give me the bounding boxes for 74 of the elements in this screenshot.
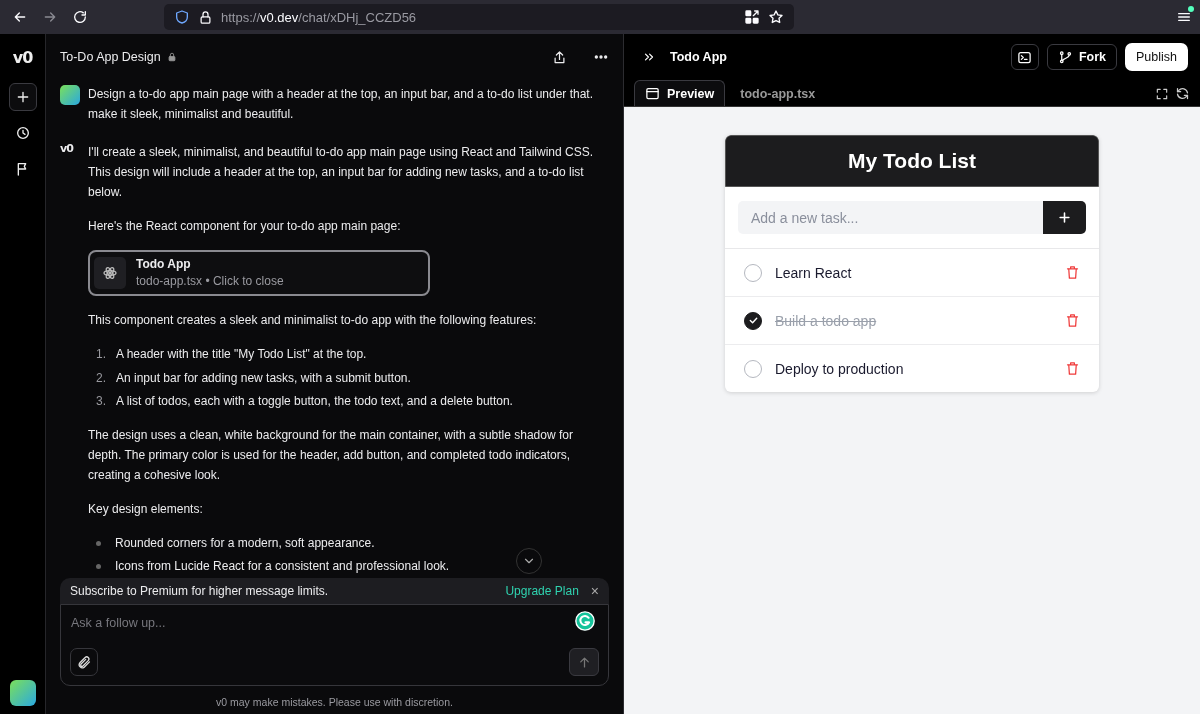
star-icon[interactable] — [768, 9, 784, 25]
window-icon — [645, 86, 660, 101]
list-item: Icons from Lucide React for a consistent and professional look. — [115, 558, 450, 575]
double-chevron-icon[interactable] — [642, 50, 656, 64]
bullet-icon — [96, 563, 101, 569]
extensions-grid-icon[interactable] — [744, 9, 760, 25]
reply-paragraph: This component creates a sleek and minimalist to-do app with the following features: — [88, 312, 538, 329]
check-icon — [747, 315, 759, 326]
message-input[interactable]: Ask a follow up... — [61, 613, 541, 633]
reply-paragraph: Here's the React component for your to-do app main page: — [88, 218, 402, 235]
disclaimer: v0 may make mistakes. Please use with discretion. — [215, 695, 454, 710]
shield-icon — [174, 9, 190, 25]
refresh-icon[interactable] — [1175, 86, 1190, 101]
bullet-icon — [96, 540, 101, 546]
trash-icon — [1065, 313, 1080, 328]
list-item: Rounded corners for a modern, soft appearance. — [115, 535, 375, 552]
banner-text: Subscribe to Premium for higher message limits. — [70, 583, 330, 600]
reply-paragraph: I'll create a sleek, minimalist, and beautiful to-do app main page using React and Tailwind CSS. This design will include a header at the top, an input bar for adding new tasks, and a to-do list below. — [88, 144, 594, 201]
forward-icon[interactable] — [42, 9, 58, 25]
plus-icon — [1057, 210, 1072, 225]
tab[interactable]: todo-app.tsx — [729, 80, 827, 106]
trash-icon — [1065, 265, 1080, 280]
history-icon[interactable] — [14, 125, 31, 141]
send-button[interactable] — [569, 648, 599, 676]
terminal-button[interactable] — [1010, 44, 1039, 70]
list-item: An input bar for adding new tasks, with a submit button. — [116, 369, 411, 387]
upgrade-link[interactable]: Upgrade Plan — [505, 581, 579, 601]
todo-text: Learn React — [775, 264, 853, 281]
list-number: 1. — [96, 346, 107, 363]
close-button[interactable]: × — [590, 581, 599, 601]
avatar-icon — [60, 85, 80, 105]
add-button[interactable] — [1043, 201, 1086, 234]
delete-button[interactable] — [1065, 265, 1080, 280]
back-icon[interactable] — [12, 9, 28, 25]
fullscreen-icon[interactable] — [1155, 86, 1169, 101]
list-number: 2. — [96, 369, 107, 387]
delete-button[interactable] — [1065, 361, 1080, 376]
reply-paragraph: The design uses a clean, white background for the main container, with a subtle shadow for depth. The primary color is used for the header, add button, and completed todo indicators, creating a cohesive look. — [88, 427, 574, 484]
code-file-card[interactable]: Todo App todo-app.tsx • Click to close — [88, 250, 430, 296]
card-subtitle: todo-app.tsx • Click to close — [136, 273, 284, 290]
fork-button[interactable]: Fork — [1046, 44, 1117, 70]
avatar-icon[interactable] — [9, 680, 36, 706]
chat-title: To-Do App Design — [60, 49, 161, 66]
todo-checkbox[interactable] — [744, 311, 762, 330]
app-header: My Todo List — [725, 135, 1099, 187]
reply-paragraph: Key design elements: — [88, 501, 204, 518]
logo[interactable]: v0 — [12, 48, 33, 68]
publish-button[interactable]: Publish — [1125, 43, 1188, 71]
todo-text: Build a todo app — [775, 312, 878, 329]
paperclip-icon — [76, 654, 92, 670]
branch-icon — [1057, 49, 1073, 65]
task-input[interactable]: Add a new task... — [738, 201, 1043, 234]
scroll-down-button[interactable] — [516, 548, 542, 574]
todo-text: Deploy to production — [775, 360, 905, 377]
assistant-logo: v0 — [60, 142, 75, 155]
url-text: https://v0.dev/chat/xDHj_CCZD56 — [221, 9, 418, 25]
attach-button[interactable] — [70, 648, 98, 676]
circle-arc-icon — [574, 610, 596, 632]
list-number: 3. — [96, 393, 107, 410]
new-chat-button[interactable] — [8, 83, 37, 111]
user-message: Design a to-do app main page with a header at the top, an input bar, and a to-do list under that. make it sleek, minimalist and beautiful. — [88, 86, 594, 123]
atom-icon — [102, 265, 118, 281]
tab[interactable]: Preview — [634, 80, 726, 106]
list-item: A header with the title "My Todo List" at the top. — [116, 346, 367, 363]
trash-icon — [1065, 361, 1080, 376]
lock-icon — [198, 9, 213, 25]
terminal-icon — [1017, 49, 1033, 65]
delete-button[interactable] — [1065, 313, 1080, 328]
share-icon[interactable] — [552, 49, 567, 65]
card-title: Todo App — [136, 256, 192, 272]
address-bar[interactable]: https://v0.dev/chat/xDHj_CCZD56 — [164, 4, 794, 30]
list-item: A list of todos, each with a toggle button, the todo text, and a delete button. — [116, 393, 513, 410]
reload-icon[interactable] — [72, 9, 88, 25]
preview-title: Todo App — [670, 50, 727, 64]
